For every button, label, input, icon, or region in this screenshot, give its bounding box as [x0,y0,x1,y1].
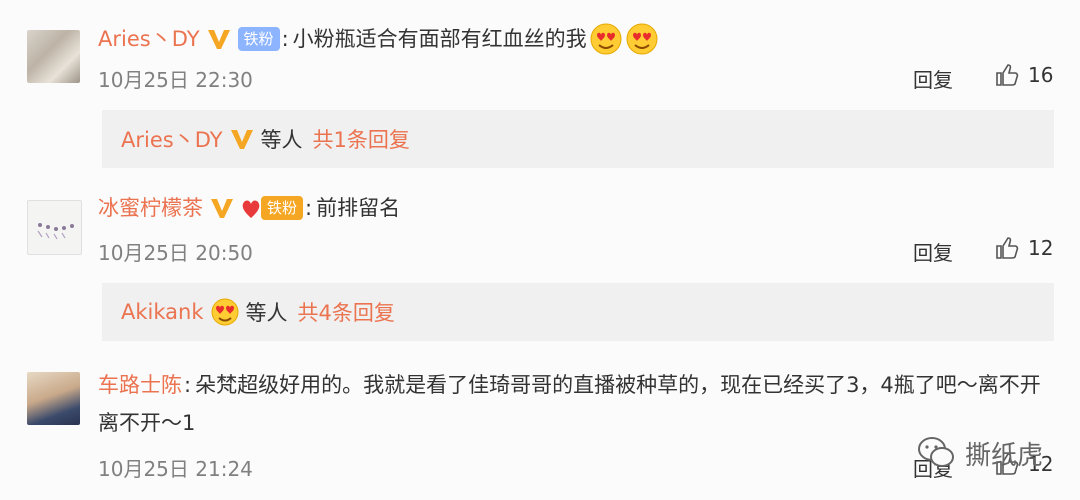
comment-time: 10月25日 22:30 [98,68,253,92]
comment-time: 10月25日 21:24 [98,457,253,481]
verified-v-icon [207,30,230,49]
comment-text: 朵梵超级好用的。我就是看了佳琦哥哥的直播被种草的，现在已经买了3，4瓶了吧～离不… [98,373,1041,435]
reply-button[interactable]: 回复 [913,237,953,266]
reply-total-link[interactable]: 共4条回复 [298,297,395,327]
colon: : [184,373,192,397]
username[interactable]: Aries丶DY [98,25,200,53]
reply-total-link[interactable]: 共1条回复 [313,124,410,154]
colon: : [281,27,289,51]
fan-badge: 铁粉 [237,27,280,51]
reply-username[interactable]: Akikank [121,300,204,324]
fan-badge: 铁粉 [261,196,304,220]
heart-eyes-emoji-icon [626,23,658,55]
reply-etc: 等人 [260,128,303,152]
comment-body: 车路士陈: 朵梵超级好用的。我就是看了佳琦哥哥的直播被种草的，现在已经买了3，4瓶… [98,366,1058,442]
comment-text: 小粉瓶适合有面部有红血丝的我 [292,27,587,51]
comment-header: Aries丶DY 铁粉 : 小粉瓶适合有面部有红血丝的我 [98,22,659,56]
like-count: 16 [1028,63,1054,87]
comment-time: 10月25日 20:50 [98,241,253,265]
reply-summary[interactable]: Akikank 等人 共4条回复 [102,283,1054,341]
comment-header: 冰蜜柠檬茶 铁粉 : 前排留名 [98,194,400,222]
heart-eyes-emoji-icon [590,23,622,55]
avatar-doodle-icon [37,223,74,240]
reply-etc: 等人 [245,301,288,325]
verified-v-icon [230,130,253,149]
wechat-logo-icon [918,437,954,467]
verified-v-icon [211,199,233,218]
watermark: 撕纸虎 [915,432,1043,474]
thumbs-up-icon [996,237,1019,259]
reply-username[interactable]: Aries丶DY [121,124,223,154]
watermark-text: 撕纸虎 [965,440,1044,471]
username[interactable]: 车路士陈 [98,373,182,397]
reply-summary[interactable]: Aries丶DY 等人 共1条回复 [102,110,1054,168]
heart-eyes-emoji-icon [211,298,238,326]
like-button[interactable]: 16 [994,62,1053,88]
avatar[interactable] [27,200,82,255]
thumbs-up-icon [996,64,1019,86]
like-count: 12 [1028,236,1054,260]
comment-text: 前排留名 [316,196,401,220]
fan-heart-icon [242,200,260,218]
username[interactable]: 冰蜜柠檬茶 [98,194,203,222]
colon: : [305,196,313,220]
avatar[interactable] [27,30,80,83]
reply-button[interactable]: 回复 [913,64,953,93]
like-button[interactable]: 12 [994,235,1053,261]
avatar[interactable] [27,372,80,425]
